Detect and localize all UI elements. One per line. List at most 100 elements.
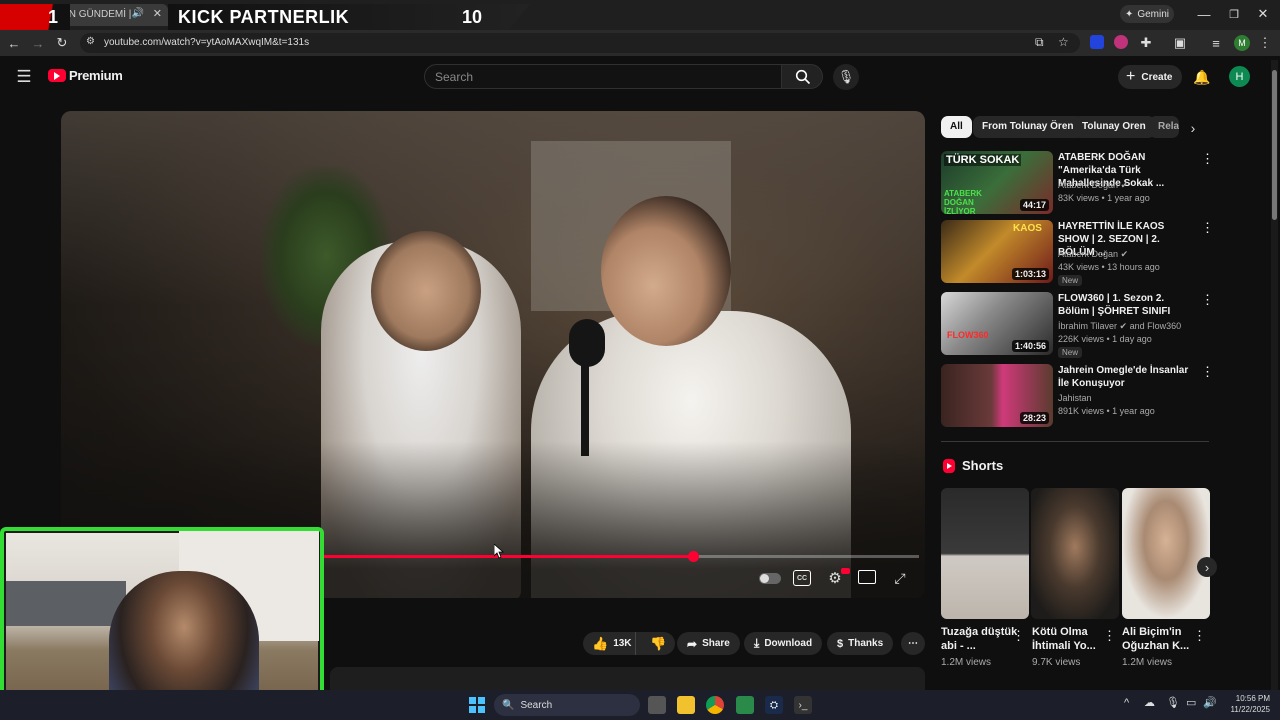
- captions-icon[interactable]: CC: [793, 570, 811, 586]
- browser-menu-icon[interactable]: ⋮: [1258, 35, 1272, 51]
- terminal-icon[interactable]: ›_: [794, 696, 812, 714]
- reading-list-icon[interactable]: ≡: [1208, 35, 1224, 51]
- thanks-button[interactable]: $ Thanks: [827, 632, 894, 655]
- task-view-icon[interactable]: [648, 696, 666, 714]
- youtube-logo[interactable]: Premium: [48, 68, 123, 83]
- shorts-next-chevron-icon[interactable]: ›: [1197, 557, 1217, 577]
- more-options-icon[interactable]: ⋮: [1201, 292, 1214, 308]
- create-button[interactable]: + Create: [1118, 65, 1182, 89]
- recommendation-channel[interactable]: İbrahim Tilaver ✔ and Flow360: [1058, 321, 1181, 332]
- forward-icon[interactable]: →: [30, 35, 46, 51]
- speaker-icon[interactable]: 🔊: [132, 8, 144, 19]
- profile-avatar[interactable]: M: [1234, 35, 1250, 51]
- tab-search-icon[interactable]: ▣: [1172, 35, 1188, 51]
- progress-scrubber[interactable]: [687, 551, 699, 562]
- site-info-icon[interactable]: ⚙: [86, 36, 95, 47]
- more-options-icon[interactable]: ⋮: [1103, 628, 1116, 644]
- duration-badge: 1:03:13: [1011, 268, 1049, 280]
- recommendation-thumbnail[interactable]: TÜRK SOKAK ATABERK DOĞAN İZLİYOR 44:17: [941, 151, 1053, 214]
- description-box[interactable]: [330, 667, 925, 690]
- more-options-icon[interactable]: ⋮: [1201, 364, 1214, 380]
- app-icon[interactable]: [736, 696, 754, 714]
- clock[interactable]: 10:56 PM 11/22/2025: [1222, 693, 1270, 715]
- overlay-rank-badge: 1: [0, 4, 70, 30]
- chip-tolunay-oren[interactable]: Tolunay Oren: [1073, 116, 1155, 138]
- install-app-icon[interactable]: ⧉: [1035, 35, 1044, 50]
- recommendation-title[interactable]: FLOW360 | 1. Sezon 2. Bölüm | ŞÖHRET SIN…: [1058, 292, 1198, 318]
- thumbs-up-icon: 👍: [592, 635, 609, 651]
- gemini-button[interactable]: ✦ Gemini: [1120, 5, 1174, 23]
- steam-icon[interactable]: ⛭: [765, 696, 783, 714]
- more-options-icon[interactable]: ⋮: [1201, 220, 1214, 236]
- like-button[interactable]: 👍 13K: [583, 632, 637, 655]
- short-thumbnail[interactable]: [941, 488, 1029, 619]
- extensions-puzzle-icon[interactable]: ✚: [1138, 35, 1154, 51]
- chip-related[interactable]: Rela: [1149, 116, 1179, 138]
- extension-icon[interactable]: [1114, 35, 1128, 49]
- short-thumbnail[interactable]: [1031, 488, 1119, 619]
- recommendation-title[interactable]: Jahrein Omegle'de İnsanlar İle Konuşuyor: [1058, 364, 1198, 390]
- video-player[interactable]: CC ⚙ ⤢: [61, 111, 925, 598]
- account-avatar[interactable]: H: [1229, 66, 1250, 87]
- short-title[interactable]: Ali Biçim'in Oğuzhan K...: [1122, 625, 1200, 653]
- windows-start-icon[interactable]: [468, 696, 486, 714]
- page-scrollbar[interactable]: [1271, 60, 1278, 690]
- mouse-cursor-icon: [494, 544, 504, 559]
- recommendation-item[interactable]: KAOS 1:03:13 HAYRETTİN İLE KAOS SHOW | 2…: [941, 220, 1214, 292]
- recommendation-channel[interactable]: Jahistan: [1058, 393, 1092, 403]
- volume-icon[interactable]: 🔊: [1203, 696, 1217, 709]
- recommendation-thumbnail[interactable]: 28:23: [941, 364, 1053, 427]
- chip-all[interactable]: All: [941, 116, 972, 138]
- recommendation-item[interactable]: TÜRK SOKAK ATABERK DOĞAN İZLİYOR 44:17 A…: [941, 151, 1214, 215]
- recommendation-thumbnail[interactable]: FLOW360 1:40:56: [941, 292, 1053, 355]
- extension-shield-icon[interactable]: [1090, 35, 1104, 49]
- short-title[interactable]: Tuzağa düştük abi - ...: [941, 625, 1019, 653]
- short-views: 1.2M views: [1122, 657, 1173, 668]
- bookmark-star-icon[interactable]: ☆: [1058, 35, 1069, 49]
- hamburger-menu-icon[interactable]: ☰: [14, 67, 34, 87]
- more-options-icon[interactable]: ⋮: [1012, 628, 1025, 644]
- recommendation-channel[interactable]: Ataberk Doğan ✔: [1058, 249, 1128, 260]
- short-title[interactable]: Kötü Olma İhtimali Yo...: [1032, 625, 1110, 653]
- chips-next-chevron-icon[interactable]: ›: [1184, 119, 1202, 137]
- search-button[interactable]: [781, 64, 823, 89]
- network-icon[interactable]: ▭: [1186, 696, 1196, 709]
- search-input[interactable]: Search: [424, 64, 782, 89]
- microphone-tray-icon[interactable]: 🎙: [1166, 696, 1180, 709]
- dislike-button[interactable]: 👎: [641, 632, 675, 655]
- more-options-icon[interactable]: ⋮: [1193, 628, 1206, 644]
- autoplay-toggle[interactable]: [759, 573, 781, 584]
- onedrive-icon[interactable]: ☁: [1144, 696, 1155, 709]
- recommendation-meta: 43K views • 13 hours ago: [1058, 262, 1160, 272]
- more-actions-button[interactable]: ⋯: [901, 632, 925, 655]
- voice-search-button[interactable]: 🎙: [833, 64, 859, 90]
- scrollbar-thumb[interactable]: [1272, 70, 1277, 220]
- thumbnail-text: FLOW360: [947, 330, 989, 340]
- restore-icon[interactable]: ❐: [1226, 6, 1242, 22]
- chrome-icon[interactable]: [706, 696, 724, 714]
- more-options-icon[interactable]: ⋮: [1201, 151, 1214, 167]
- verified-icon: ✔: [1120, 249, 1129, 259]
- recommendation-channel[interactable]: Ataberk Doğan ✔: [1058, 180, 1128, 191]
- taskbar-search-box[interactable]: 🔍 Search: [494, 694, 640, 716]
- chip-from-channel[interactable]: From Tolunay Ören: [973, 116, 1083, 138]
- notifications-bell-icon[interactable]: 🔔: [1192, 67, 1212, 87]
- url-field[interactable]: ⚙ youtube.com/watch?v=ytAoMAXwqIM&t=131s…: [80, 33, 1080, 53]
- recommendation-item[interactable]: 28:23 Jahrein Omegle'de İnsanlar İle Kon…: [941, 364, 1214, 428]
- minimize-icon[interactable]: —: [1196, 6, 1212, 22]
- tray-chevron-icon[interactable]: ^: [1124, 697, 1129, 709]
- short-thumbnail[interactable]: [1122, 488, 1210, 619]
- close-tab-icon[interactable]: ✕: [153, 7, 162, 20]
- recommendation-thumbnail[interactable]: KAOS 1:03:13: [941, 220, 1053, 283]
- share-button[interactable]: ➦ Share: [677, 632, 740, 655]
- theater-mode-icon[interactable]: [858, 570, 876, 584]
- fullscreen-icon[interactable]: ⤢: [890, 568, 910, 588]
- download-button[interactable]: ⤓ Download: [744, 632, 823, 655]
- reload-icon[interactable]: ↻: [54, 35, 70, 51]
- verified-icon: ✔: [1119, 321, 1128, 331]
- recommendation-item[interactable]: FLOW360 1:40:56 FLOW360 | 1. Sezon 2. Bö…: [941, 292, 1214, 364]
- close-window-icon[interactable]: ✕: [1255, 6, 1271, 22]
- back-icon[interactable]: ←: [6, 35, 22, 51]
- progress-track[interactable]: [323, 551, 919, 562]
- file-explorer-icon[interactable]: [677, 696, 695, 714]
